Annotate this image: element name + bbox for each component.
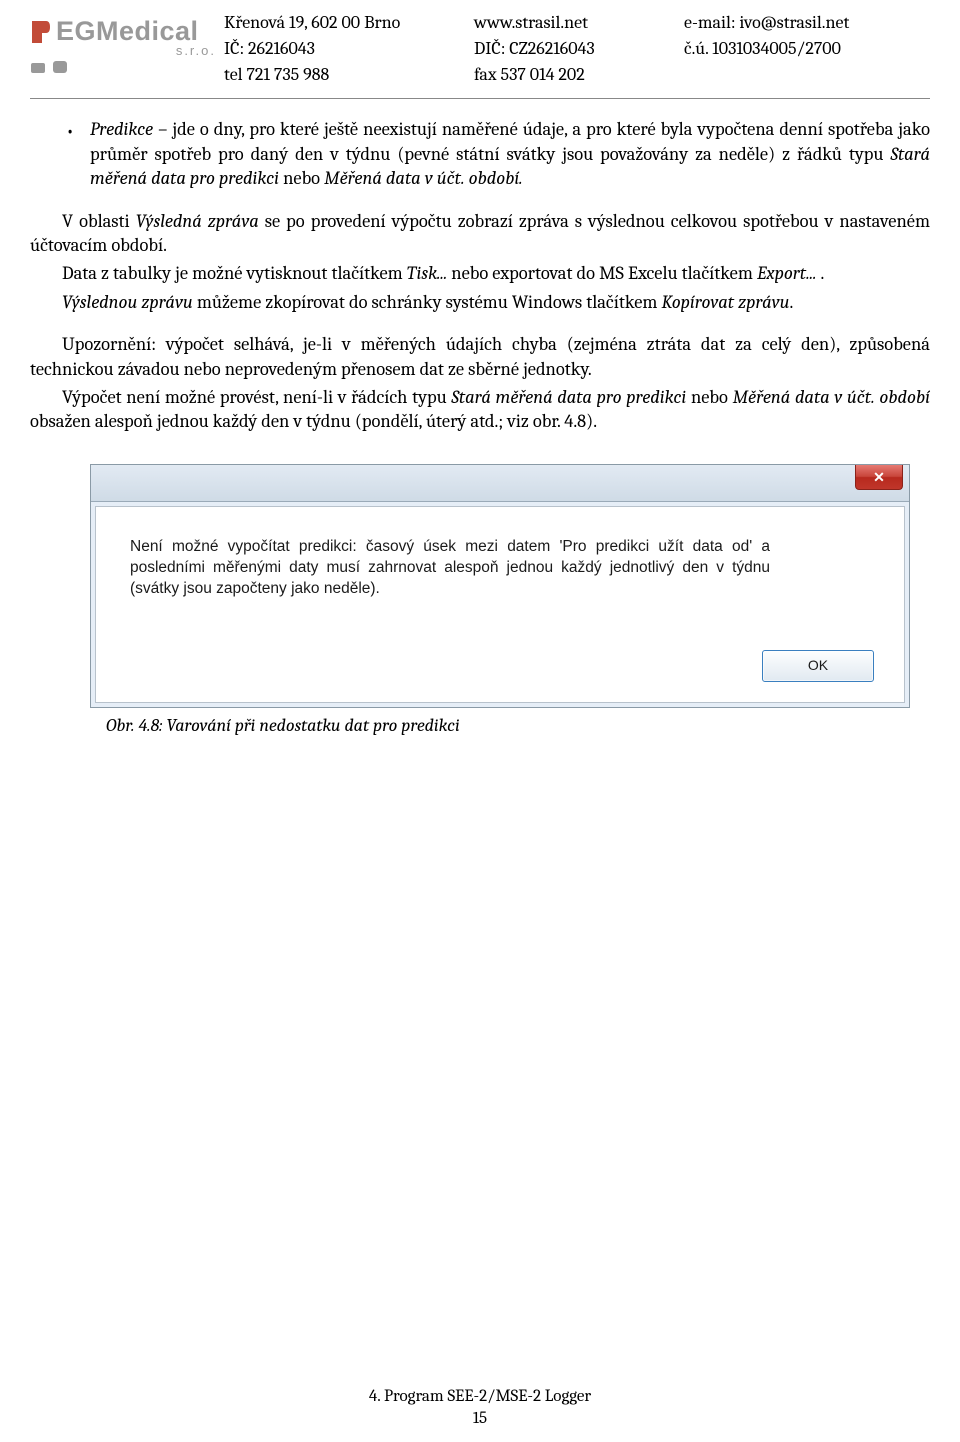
bullet-predikce: • Predikce – jde o dny, pro které ještě … — [66, 117, 930, 190]
ok-button-label: OK — [808, 656, 828, 675]
para-vypocet-neni: Výpočet není možné provést, není-li v řá… — [30, 385, 930, 434]
para-upozorneni: Upozornění: výpočet selhává, je-li v měř… — [30, 332, 930, 381]
close-button[interactable]: ✕ — [855, 465, 903, 490]
dialog-titlebar: ✕ — [91, 465, 909, 502]
email: e-mail: ivo@strasil.net — [684, 10, 930, 36]
dialog-message: Není možné vypočítat predikci: časový ús… — [130, 537, 770, 600]
footer-pagenum: 15 — [0, 1408, 960, 1430]
ok-button[interactable]: OK — [762, 650, 874, 682]
logo-icon — [30, 19, 52, 45]
para-kopirovat: Výslednou zprávu můžeme zkopírovat do sc… — [30, 290, 930, 314]
para-tisk-export: Data z tabulky je možné vytisknout tlačí… — [30, 261, 930, 285]
dialog-window: ✕ Není možné vypočítat predikci: časový … — [90, 464, 910, 708]
page-footer: 4. Program SEE-2/MSE-2 Logger 15 — [0, 1386, 960, 1430]
addr: Křenová 19, 602 00 Brno — [224, 10, 474, 36]
close-icon: ✕ — [873, 468, 885, 486]
fax: fax 537 014 202 — [474, 62, 684, 88]
logo: EGMedical s.r.o. — [30, 10, 220, 76]
header-divider — [30, 98, 930, 99]
page-header: EGMedical s.r.o. Křenová 19, 602 00 Brno… — [30, 10, 930, 88]
account: č.ú. 1031034005/2700 — [684, 36, 930, 62]
logo-mini-icons — [30, 60, 220, 76]
figure-caption: Obr. 4.8: Varování při nedostatku dat pr… — [106, 714, 910, 738]
tel: tel 721 735 988 — [224, 62, 474, 88]
web: www.strasil.net — [474, 10, 684, 36]
header-info: Křenová 19, 602 00 Brno IČ: 26216043 tel… — [224, 10, 930, 88]
ic: IČ: 26216043 — [224, 36, 474, 62]
footer-chapter: 4. Program SEE-2/MSE-2 Logger — [0, 1386, 960, 1408]
para-vysledna-zprava: V oblasti Výsledná zpráva se po proveden… — [30, 209, 930, 258]
bullet-dot-icon: • — [66, 117, 90, 190]
figure-dialog: ✕ Není možné vypočítat predikci: časový … — [90, 464, 910, 738]
dic: DIČ: CZ26216043 — [474, 36, 684, 62]
